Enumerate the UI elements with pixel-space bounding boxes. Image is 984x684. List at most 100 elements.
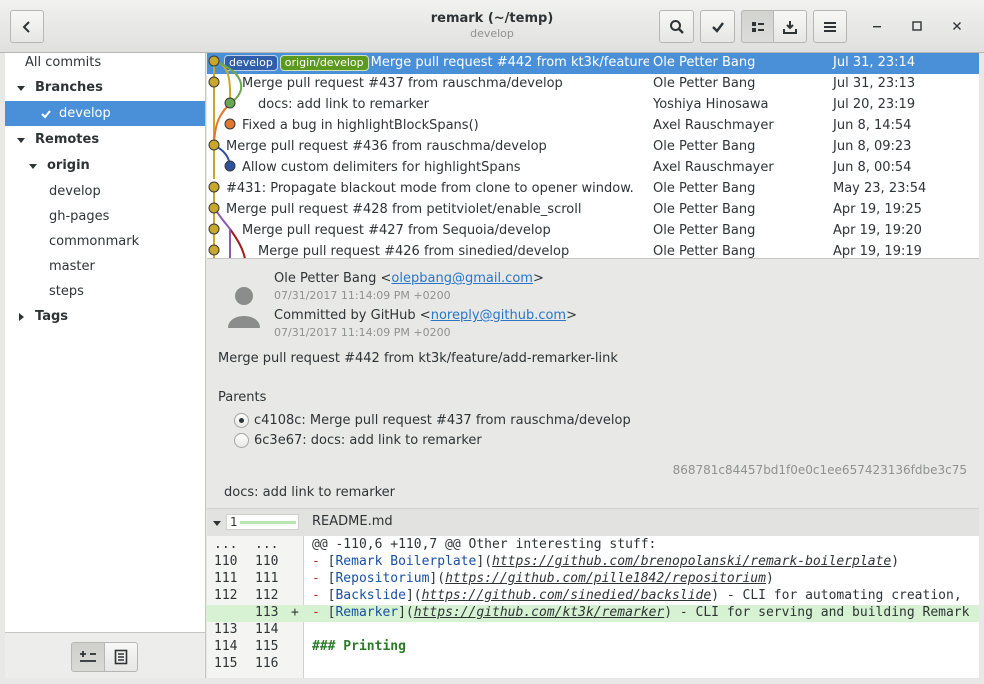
commit-message: Merge pull request #426 from sinedied/de…: [258, 244, 570, 259]
sidebar-item-remote-commonmark[interactable]: commonmark: [5, 229, 205, 254]
code-text: - [Backslide](https://github.com/sinedie…: [312, 588, 962, 603]
parent-label[interactable]: c4108c: Merge pull request #437 from rau…: [254, 413, 631, 428]
checkmark-icon: [41, 109, 51, 118]
committer-email-link[interactable]: noreply@github.com: [431, 308, 566, 323]
commit-node: [224, 97, 236, 109]
back-button[interactable]: [10, 10, 44, 43]
sidebar-item-remote-gh-pages[interactable]: gh-pages: [5, 204, 205, 229]
commit-message: Merge pull request #436 from rauschma/de…: [226, 139, 547, 154]
sidebar-header-tags[interactable]: Tags: [5, 304, 205, 329]
sidebar-item-origin[interactable]: origin: [5, 153, 205, 178]
diff-line: 115 116: [207, 656, 979, 673]
parent-radio[interactable]: [234, 433, 249, 448]
md-link-text: Remark Boilerplate: [335, 554, 477, 569]
commit-date: Apr 19, 19:20: [833, 223, 922, 238]
code-rest: ) - CLI for serving and building Remark: [664, 605, 970, 620]
close-icon: [953, 22, 961, 30]
commit-row[interactable]: docs: add link to remarker Yoshiya Hinos…: [207, 95, 979, 116]
commit-list[interactable]: develop origin/develop Merge pull request …: [207, 53, 979, 259]
commit-author: Ole Petter Bang: [653, 139, 756, 154]
commit-author: Axel Rauschmayer: [653, 160, 774, 175]
code-text: - [Repositorium](https://github.com/pill…: [312, 571, 774, 586]
commit-message: Fixed a bug in highlightBlockSpans(): [242, 118, 479, 133]
old-line-number: ...: [214, 537, 238, 552]
commit-row[interactable]: Merge pull request #437 from rauschma/de…: [207, 74, 979, 95]
commit-list-mode-button[interactable]: [104, 642, 138, 672]
commit-row[interactable]: Allow custom delimiters for highlightSpa…: [207, 158, 979, 179]
commit-node: [224, 160, 236, 172]
graph-lane: [229, 228, 246, 258]
sidebar-item-remote-master[interactable]: master: [5, 254, 205, 279]
sidebar-item-label: develop: [49, 184, 101, 199]
chevron-down-icon[interactable]: [212, 518, 222, 528]
search-button[interactable]: [659, 10, 694, 43]
commit-row[interactable]: develop origin/develop Merge pull request …: [207, 53, 979, 74]
added-sign: +: [291, 605, 299, 620]
history-view-button[interactable]: [741, 10, 774, 43]
commit-author: Ole Petter Bang: [653, 76, 756, 91]
new-line-number: 112: [255, 588, 279, 603]
commit-graph: [208, 55, 246, 258]
parents-heading: Parents: [218, 390, 267, 405]
minimize-button[interactable]: [868, 17, 886, 35]
commit-message: docs: add link to remarker: [258, 97, 429, 112]
diff-stat-additions: [240, 521, 296, 524]
sidebar-item-remote-develop[interactable]: develop: [5, 179, 205, 204]
commit-node: [208, 223, 220, 235]
commit-button[interactable]: [700, 10, 735, 43]
committer-date: 07/31/2017 11:14:09 PM +0200: [274, 326, 451, 339]
author-email-link[interactable]: olepbang@gmail.com: [391, 271, 533, 286]
commit-row[interactable]: Merge pull request #436 from rauschma/de…: [207, 137, 979, 158]
sidebar-item-develop-branch[interactable]: develop: [5, 101, 205, 126]
sidebar-header-remotes[interactable]: Remotes: [5, 127, 205, 152]
window-title: remark (~/temp): [430, 11, 554, 26]
parent-label[interactable]: 6c3e67: docs: add link to remarker: [254, 433, 482, 448]
author-close: >: [532, 271, 544, 286]
diff-line: 113 114: [207, 622, 979, 639]
diff-file-name: README.md: [312, 514, 393, 529]
diff-line: 111 111 - [Repositorium](https://github.…: [207, 571, 979, 588]
new-line-number: 113: [255, 605, 279, 620]
commit-row[interactable]: Fixed a bug in highlightBlockSpans() Axe…: [207, 116, 979, 137]
md-url: https://github.com/sinedied/backslide: [421, 588, 712, 603]
commit-row[interactable]: Merge pull request #428 from petitviolet…: [207, 200, 979, 221]
diff-line: ... ... @@ -110,6 +110,7 @@ Other intere…: [207, 537, 979, 554]
commit-row[interactable]: Merge pull request #427 from Sequoia/dev…: [207, 221, 979, 242]
old-line-number: 110: [214, 554, 238, 569]
commit-date: May 23, 23:54: [833, 181, 927, 196]
maximize-button[interactable]: [908, 17, 926, 35]
hamburger-menu-icon: [824, 21, 836, 32]
diff-stat-count: 1: [230, 515, 238, 529]
sidebar-header-branches[interactable]: Branches: [5, 75, 205, 100]
sidebar-item-remote-steps[interactable]: steps: [5, 279, 205, 304]
avatar: [228, 287, 260, 328]
sidebar-item-all-commits[interactable]: All commits: [5, 50, 205, 75]
commit-row[interactable]: Merge pull request #426 from sinedied/de…: [207, 242, 979, 259]
new-line-number: 110: [255, 554, 279, 569]
stage-mode-button[interactable]: [71, 642, 105, 672]
close-button[interactable]: [948, 17, 966, 35]
new-line-number: ...: [255, 537, 279, 552]
sidebar-header-label: Tags: [35, 309, 69, 324]
document-icon: [114, 649, 128, 665]
diff-file-header[interactable]: 1 README.md: [207, 508, 979, 536]
committer-name: Committed by GitHub <: [274, 308, 431, 323]
sidebar-item-label: All commits: [25, 55, 102, 70]
old-line-number: 113: [214, 622, 238, 637]
menu-button[interactable]: [813, 10, 847, 43]
md-url: https://github.com/pille1842/repositoriu…: [445, 571, 766, 586]
hunk-header: @@ -110,6 +110,7 @@ Other interesting st…: [312, 537, 657, 552]
download-icon: [783, 20, 797, 34]
checkmark-icon: [711, 21, 724, 33]
pull-button[interactable]: [773, 10, 807, 43]
diff-view[interactable]: ... ... @@ -110,6 +110,7 @@ Other intere…: [207, 536, 979, 678]
sidebar-item-label: gh-pages: [49, 209, 110, 224]
chevron-down-icon: [17, 137, 25, 143]
commit-author: Ole Petter Bang: [653, 202, 756, 217]
old-line-number: 114: [214, 639, 238, 654]
commit-row[interactable]: #431: Propagate blackout mode from clone…: [207, 179, 979, 200]
author-date: 07/31/2017 11:14:09 PM +0200: [274, 289, 451, 302]
parent-radio[interactable]: [234, 413, 249, 428]
commit-full-message: Merge pull request #442 from kt3k/featur…: [218, 351, 618, 366]
sidebar-item-label: origin: [47, 158, 90, 173]
